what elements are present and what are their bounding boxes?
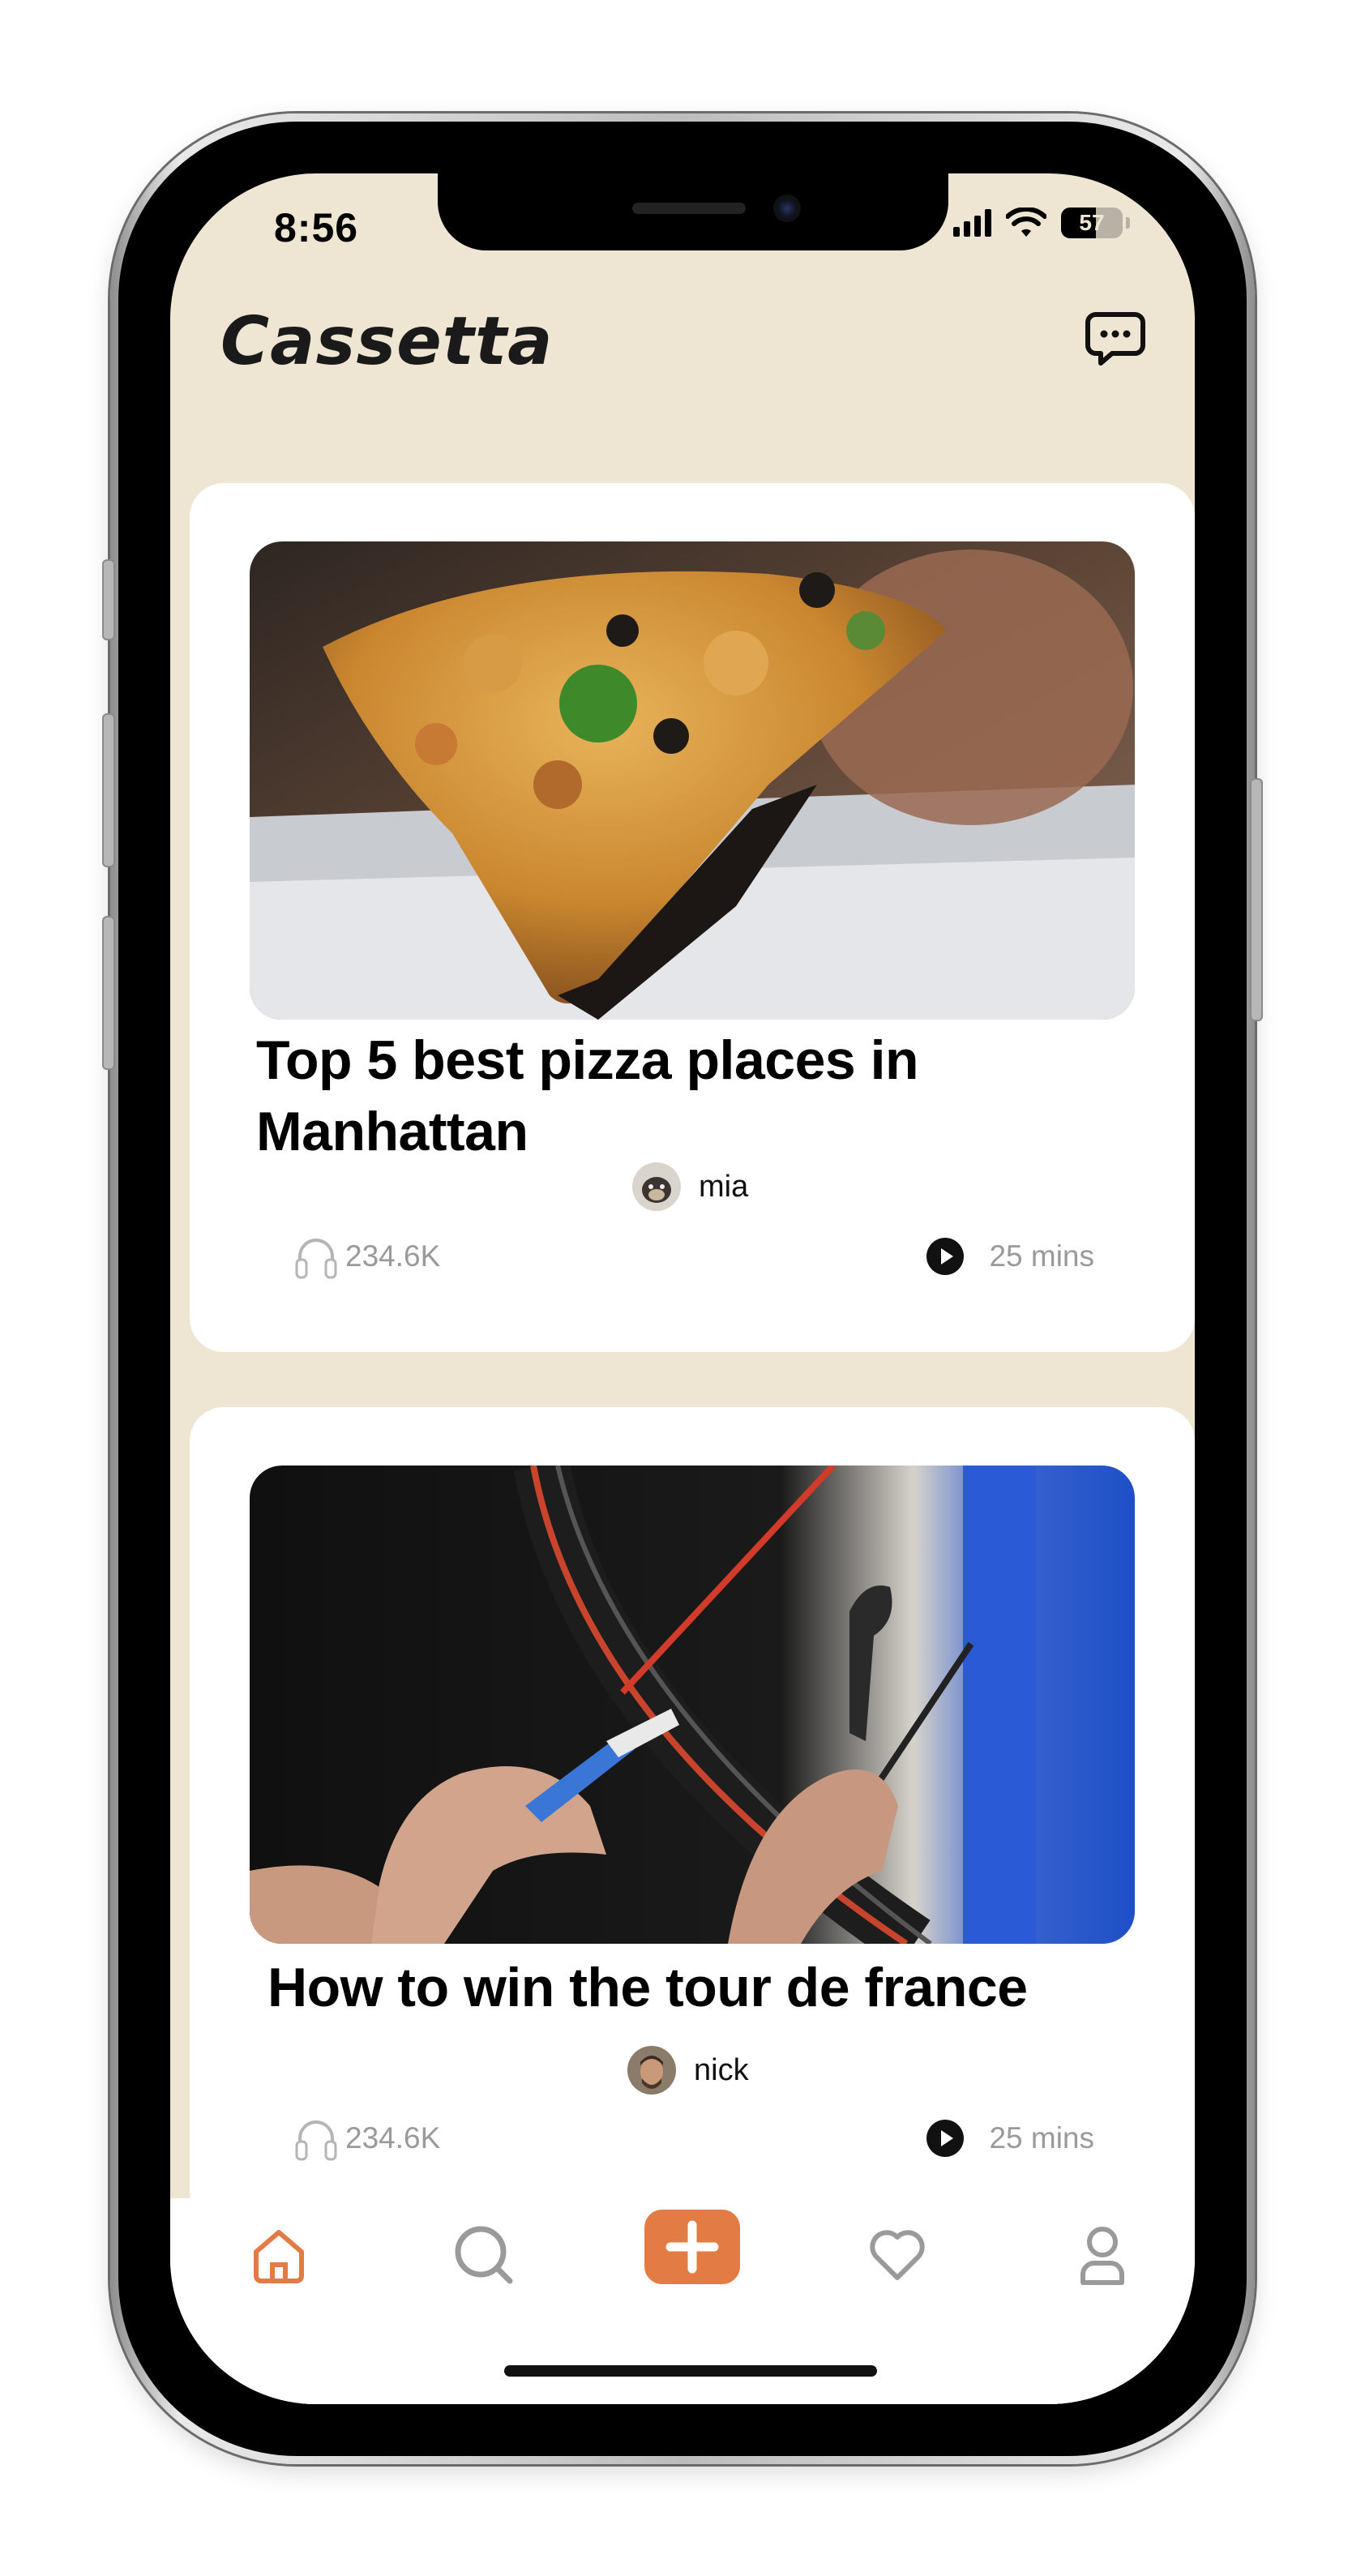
headphones-icon xyxy=(295,2120,337,2161)
chat-bubble-icon xyxy=(1085,312,1145,366)
avatar xyxy=(627,2046,676,2095)
battery-tip xyxy=(1126,217,1130,229)
add-icon xyxy=(665,2220,719,2274)
listen-count: 234.6K xyxy=(293,2114,440,2163)
phone-frame: 8:56 57 Cassetta Top 5 best pizza places… xyxy=(102,113,1263,2464)
status-icons: 57 xyxy=(953,208,1130,238)
front-camera xyxy=(773,195,801,222)
play-icon[interactable] xyxy=(926,2119,965,2158)
volume-up-button xyxy=(102,713,115,867)
feed-card[interactable]: Top 5 best pizza places in Manhattan mia xyxy=(190,483,1195,1352)
heart-icon xyxy=(870,2230,925,2280)
tab-bar xyxy=(170,2198,1195,2404)
app-screen: 8:56 57 Cassetta Top 5 best pizza places… xyxy=(170,173,1195,2404)
card-title[interactable]: Top 5 best pizza places in Manhattan xyxy=(256,1025,1146,1167)
volume-down-button xyxy=(102,916,115,1070)
pizza-slice-photo xyxy=(250,541,1135,1020)
card-title[interactable]: How to win the tour de france xyxy=(267,1952,1146,2023)
headphones-icon xyxy=(295,1239,337,1279)
cellular-signal-icon xyxy=(953,209,991,237)
listen-count: 234.6K xyxy=(293,1232,440,1281)
tab-profile[interactable] xyxy=(1068,2221,1136,2289)
home-icon xyxy=(254,2230,304,2283)
card-thumbnail[interactable] xyxy=(250,541,1135,1020)
duration[interactable]: 25 mins xyxy=(926,1237,1094,1276)
app-title: Cassetta xyxy=(220,303,554,380)
author-name: mia xyxy=(699,1169,749,1204)
home-indicator[interactable] xyxy=(504,2365,877,2377)
phone-bezel: 8:56 57 Cassetta Top 5 best pizza places… xyxy=(118,122,1247,2456)
author[interactable]: nick xyxy=(627,2046,749,2095)
notch xyxy=(438,173,948,250)
tab-add[interactable] xyxy=(644,2210,740,2284)
silent-switch xyxy=(102,559,115,640)
duration[interactable]: 25 mins xyxy=(926,2119,1094,2158)
bicycle-wheel-photo xyxy=(250,1466,1135,1944)
duration-value: 25 mins xyxy=(989,1239,1094,1273)
duration-value: 25 mins xyxy=(989,2121,1094,2155)
status-time: 8:56 xyxy=(274,205,359,250)
battery-icon: 57 xyxy=(1061,208,1123,238)
feed-card[interactable]: How to win the tour de france nick 234.6… xyxy=(190,1407,1195,2226)
listen-count-value: 234.6K xyxy=(345,1239,441,1273)
speaker xyxy=(632,203,746,214)
profile-icon xyxy=(1080,2227,1124,2285)
author-name: nick xyxy=(694,2052,749,2087)
search-icon xyxy=(455,2226,513,2284)
card-thumbnail[interactable] xyxy=(250,1466,1135,1944)
author[interactable]: mia xyxy=(632,1162,748,1211)
play-icon[interactable] xyxy=(926,1237,965,1276)
tab-search[interactable] xyxy=(450,2221,518,2289)
tab-favorites[interactable] xyxy=(863,2221,931,2289)
messages-button[interactable] xyxy=(1085,308,1146,370)
listen-count-value: 234.6K xyxy=(345,2121,441,2155)
wifi-icon xyxy=(1006,208,1046,237)
power-button xyxy=(1250,778,1263,1021)
battery-percentage: 57 xyxy=(1079,210,1105,235)
tab-home[interactable] xyxy=(245,2221,313,2289)
avatar xyxy=(632,1162,681,1211)
